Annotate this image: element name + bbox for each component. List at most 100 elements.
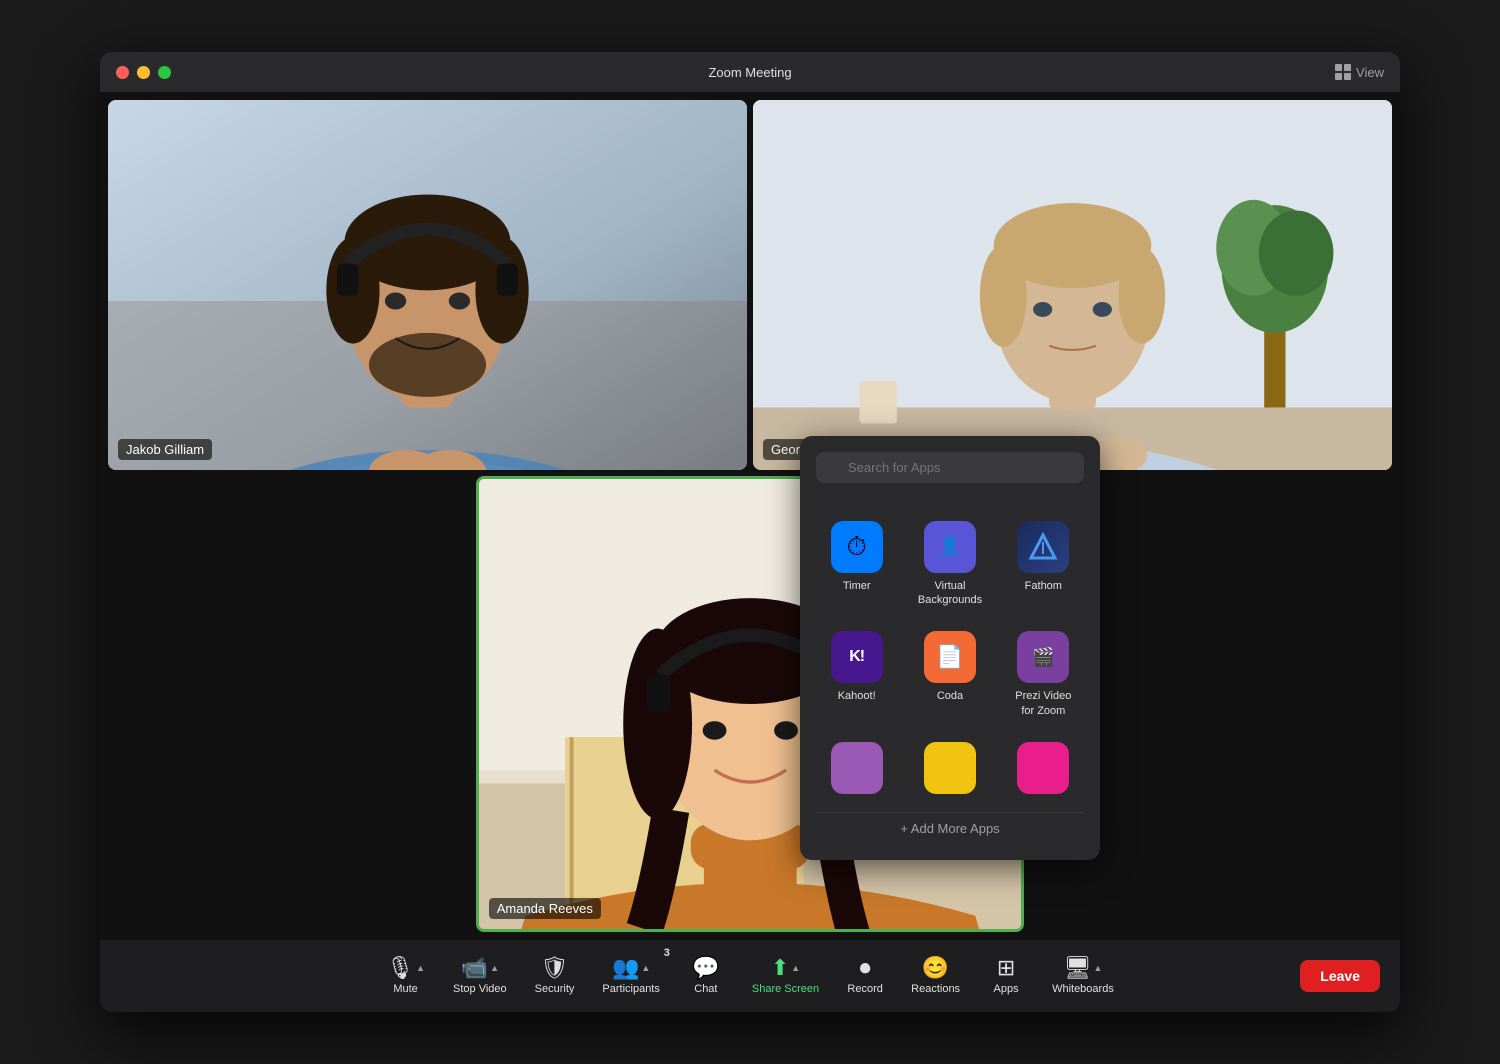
coda-icon: 📄: [924, 631, 976, 683]
amanda-name: Amanda Reeves: [497, 901, 593, 916]
whiteboards-label: Whiteboards: [1052, 983, 1114, 995]
participants-arrow[interactable]: ▲: [641, 963, 650, 973]
video-arrow[interactable]: ▲: [490, 963, 499, 973]
george-video: [753, 100, 1392, 470]
video-row-top: Jakob Gilliam: [108, 100, 1392, 470]
window-title: Zoom Meeting: [708, 65, 791, 80]
apps-search-input[interactable]: [816, 452, 1084, 483]
share-arrow[interactable]: ▲: [791, 963, 800, 973]
apps-button[interactable]: ⊞ Apps: [976, 951, 1036, 1001]
record-label: Record: [847, 983, 882, 995]
whiteboard-icon: 🖥: [1064, 957, 1092, 979]
traffic-lights: [116, 66, 171, 79]
record-button[interactable]: ⏺ Record: [835, 951, 895, 1001]
mute-with-arrow: 🎙 ▲: [386, 957, 425, 979]
main-content: Jakob Gilliam: [100, 92, 1400, 940]
george-avatar: [753, 100, 1392, 470]
reactions-label: Reactions: [911, 983, 960, 995]
prezi-label: Prezi Video for Zoom: [1009, 689, 1078, 718]
share-screen-button[interactable]: ⬆ ▲ Share Screen: [740, 951, 831, 1001]
app-item-coda[interactable]: 📄 Coda: [909, 625, 990, 724]
participants-count: 3: [664, 947, 670, 959]
toolbar: 🎙 ▲ Mute 📹 ▲ Stop Video 🛡 Security 👥 3 ▲: [100, 940, 1400, 1012]
view-label: View: [1356, 65, 1384, 80]
video-row-bottom: Amanda Reeves: [108, 476, 1392, 932]
video-grid: Jakob Gilliam: [100, 92, 1400, 940]
participants-button[interactable]: 👥 3 ▲ Participants: [590, 951, 671, 1001]
mute-label: Mute: [393, 983, 417, 995]
timer-icon: ⏱: [831, 521, 883, 573]
fathom-icon: [1017, 521, 1069, 573]
camera-icon: 📹: [461, 957, 488, 979]
view-button[interactable]: View: [1335, 64, 1384, 80]
video-with-arrow: 📹 ▲: [461, 957, 499, 979]
share-screen-icon: ⬆: [771, 957, 789, 979]
app-item-extra2[interactable]: [909, 736, 990, 800]
maximize-button[interactable]: [158, 66, 171, 79]
chat-label: Chat: [694, 983, 717, 995]
app-item-prezi[interactable]: 🎬 Prezi Video for Zoom: [1003, 625, 1084, 724]
amanda-label: Amanda Reeves: [489, 898, 601, 919]
microphone-icon: 🎙: [386, 957, 414, 979]
timer-label: Timer: [843, 579, 871, 593]
participants-icon: 👥: [612, 957, 639, 979]
minimize-button[interactable]: [137, 66, 150, 79]
jakob-video: [108, 100, 747, 470]
apps-row3: [816, 736, 1084, 800]
apps-popup: 🔍 ⏱ Timer 👤 Virtual Backgrounds: [800, 436, 1100, 860]
app-item-kahoot[interactable]: K! Kahoot!: [816, 625, 897, 724]
app-item-vbg[interactable]: 👤 Virtual Backgrounds: [909, 515, 990, 614]
whiteboards-arrow[interactable]: ▲: [1093, 963, 1102, 973]
grid-icon: [1335, 64, 1351, 80]
vbg-icon: 👤: [924, 521, 976, 573]
mute-arrow[interactable]: ▲: [416, 963, 425, 973]
app-item-extra1[interactable]: [816, 736, 897, 800]
chat-button[interactable]: 💬 Chat: [676, 951, 736, 1001]
whiteboards-button[interactable]: 🖥 ▲ Whiteboards: [1040, 951, 1126, 1001]
add-more-label: + Add More Apps: [900, 821, 999, 836]
vbg-label: Virtual Backgrounds: [915, 579, 984, 608]
jakob-name: Jakob Gilliam: [126, 442, 204, 457]
extra-app-2-icon: [924, 742, 976, 794]
apps-label: Apps: [994, 983, 1019, 995]
app-item-timer[interactable]: ⏱ Timer: [816, 515, 897, 614]
app-item-extra3[interactable]: [1003, 736, 1084, 800]
participants-with-arrow: 👥 3 ▲: [612, 957, 650, 979]
share-with-arrow: ⬆ ▲: [771, 957, 800, 979]
extra-app-1-icon: [831, 742, 883, 794]
empty-cell-left: [108, 476, 470, 932]
extra-app-3-icon: [1017, 742, 1069, 794]
fathom-label: Fathom: [1025, 579, 1062, 593]
kahoot-icon: K!: [831, 631, 883, 683]
share-screen-label: Share Screen: [752, 983, 819, 995]
jakob-label: Jakob Gilliam: [118, 439, 212, 460]
video-cell-george: George Meza: [753, 100, 1392, 470]
close-button[interactable]: [116, 66, 129, 79]
chat-icon: 💬: [692, 957, 719, 979]
zoom-window: Zoom Meeting View: [100, 52, 1400, 1012]
apps-grid: ⏱ Timer 👤 Virtual Backgrounds: [816, 515, 1084, 724]
kahoot-label: Kahoot!: [838, 689, 876, 703]
reactions-icon: 😊: [922, 957, 949, 979]
apps-icon: ⊞: [997, 957, 1015, 979]
leave-button[interactable]: Leave: [1300, 960, 1380, 992]
stop-video-label: Stop Video: [453, 983, 507, 995]
stop-video-button[interactable]: 📹 ▲ Stop Video: [441, 951, 519, 1001]
reactions-button[interactable]: 😊 Reactions: [899, 951, 972, 1001]
app-item-fathom[interactable]: Fathom: [1003, 515, 1084, 614]
mute-button[interactable]: 🎙 ▲ Mute: [374, 951, 437, 1001]
participants-label: Participants: [602, 983, 659, 995]
search-wrap: 🔍: [816, 452, 1084, 499]
fathom-logo-svg: [1028, 532, 1058, 562]
jakob-avatar: [108, 100, 747, 470]
security-label: Security: [535, 983, 575, 995]
video-cell-jakob: Jakob Gilliam: [108, 100, 747, 470]
add-more-apps-button[interactable]: + Add More Apps: [816, 812, 1084, 844]
titlebar: Zoom Meeting View: [100, 52, 1400, 92]
security-button[interactable]: 🛡 Security: [523, 951, 587, 1001]
shield-icon: 🛡: [541, 957, 569, 979]
prezi-icon: 🎬: [1017, 631, 1069, 683]
record-icon: ⏺: [860, 957, 871, 979]
whiteboards-with-arrow: 🖥 ▲: [1064, 957, 1103, 979]
coda-label: Coda: [937, 689, 963, 703]
